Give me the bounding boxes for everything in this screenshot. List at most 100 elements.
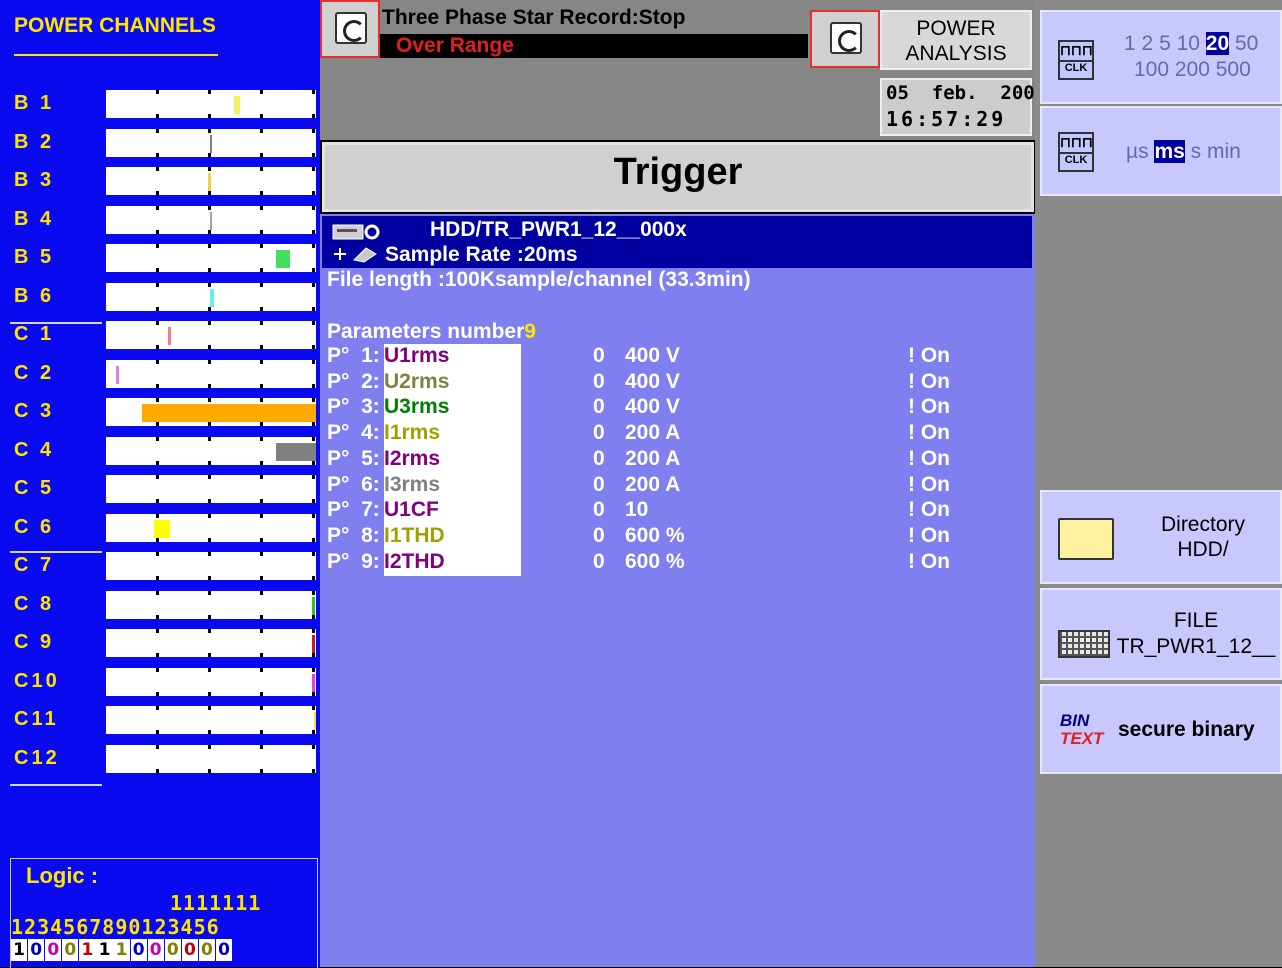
parameter-row[interactable]: P° 1: U1rms 0 400 V ! On [327,344,1042,370]
scale-tick [312,768,315,773]
channel-bar[interactable] [106,282,316,311]
channel-bar[interactable] [106,359,316,388]
scale-tick [260,191,263,195]
scale-tick [260,205,263,210]
parameter-name: U1rms [384,344,450,367]
scale-tick [156,229,159,234]
home-button[interactable] [320,0,380,58]
channel-level-mark [154,519,170,538]
parameter-name: I1rms [384,421,441,445]
logic-bit: 0 [164,939,181,961]
parameter-row[interactable]: P° 2: U2rms 0 400 V ! On [327,370,1042,396]
parameter-row[interactable]: P° 6: I3rms 0 200 A ! On [327,473,1042,499]
channel-bar[interactable] [106,552,316,580]
scale-tick [156,268,159,272]
channel-label: B 5 [14,246,55,268]
scale-tick [312,398,315,402]
rate-option[interactable]: 5 [1159,32,1171,55]
parameter-name: U1CF [384,498,439,522]
scale-tick [260,499,263,503]
parameter-min: 0 [593,421,605,445]
scale-tick [208,306,211,311]
scale-tick [208,691,211,696]
unit-option[interactable]: min [1207,140,1241,163]
rate-option[interactable]: 20 [1205,32,1230,55]
channel-bar[interactable] [106,167,316,195]
channel-level-mark [210,211,212,230]
parameter-row[interactable]: P° 3: U3rms 0 400 V ! On [327,395,1042,421]
scale-tick [208,422,211,426]
rate-option[interactable]: 1 [1124,32,1136,55]
scale-tick [312,730,315,734]
parameter-name: U3rms [384,395,450,419]
parameter-row[interactable]: P° 5: I2rms 0 200 A ! On [327,447,1042,473]
home-icon [335,12,367,44]
directory-button[interactable]: Directory HDD/ [1040,490,1282,584]
scale-tick [260,306,263,311]
channel-bar[interactable] [106,321,316,349]
parameter-min: 0 [593,344,605,367]
channel-bar[interactable] [106,244,316,272]
channel-bar[interactable] [106,398,316,426]
scale-tick [208,730,211,734]
channel-bar[interactable] [106,90,316,118]
alarm-status: Over Range [380,34,808,58]
sample-rate-unit-button[interactable]: ⊓⊓⊓ CLK µs ms s min [1040,106,1282,196]
parameter-row[interactable]: P° 9: I2THD 0 600 % ! On [327,550,1042,576]
scale-tick [312,513,315,518]
channel-bar[interactable] [106,205,316,234]
scale-tick [156,90,159,94]
parameter-index: P° 8: [327,523,380,547]
parameter-row[interactable]: P° 7: U1CF 0 10 ! On [327,498,1042,524]
scale-tick [208,629,211,633]
power-analysis-button[interactable]: POWER ANALYSIS [880,10,1032,70]
scale-tick [208,229,211,234]
file-path: HDD/TR_PWR1_12__000x [430,218,687,241]
channel-bar[interactable] [106,667,316,696]
rate-option[interactable]: 50 [1235,32,1258,55]
mode-home-button[interactable] [810,10,880,68]
scale-tick [208,321,211,325]
scale-tick [312,244,315,248]
logic-bit: 0 [62,939,79,961]
parameter-min: 0 [593,549,605,573]
parameter-row[interactable]: P° 4: I1rms 0 200 A ! On [327,421,1042,447]
parameter-max: 200 A [625,472,681,496]
trigger-title-bar: Trigger [322,142,1034,212]
sample-rate-value-button[interactable]: ⊓⊓⊓ CLK 1 2 5 10 20 50 100 200 500 [1040,10,1282,104]
unit-option[interactable]: µs [1126,140,1149,163]
channel-bar[interactable] [106,590,316,619]
file-format-button[interactable]: BIN TEXT secure binary [1040,684,1282,774]
channel-bar[interactable] [106,475,316,503]
scale-tick [260,282,263,287]
scale-tick [208,282,211,287]
scale-tick [260,653,263,657]
parameter-row[interactable]: P° 8: I1THD 0 600 % ! On [327,524,1042,550]
scale-tick [156,537,159,542]
channel-level-mark [208,173,211,191]
rate-option[interactable]: 10 [1177,32,1200,55]
channel-level-mark [314,712,316,730]
scale-tick [156,460,159,465]
parameter-index: P° 6: [327,472,380,496]
unit-option[interactable]: ms [1154,140,1185,163]
scale-tick [260,537,263,542]
scale-tick [156,667,159,672]
channel-bar[interactable] [106,128,316,157]
file-name-button[interactable]: FILE TR_PWR1_12__ [1040,588,1282,680]
channel-bar[interactable] [106,744,316,773]
channel-bar[interactable] [106,706,316,734]
scale-tick [260,590,263,595]
channel-bar[interactable] [106,436,316,465]
channel-label: C 4 [14,438,55,461]
rate-values: 1 2 5 10 20 50 [1124,32,1258,56]
parameter-max: 10 [625,498,649,522]
channel-label: C 8 [14,592,55,615]
scale-tick [260,614,263,619]
unit-option[interactable]: s [1191,140,1202,163]
rate-option[interactable]: 2 [1142,32,1154,55]
channel-bar[interactable] [106,629,316,657]
panel-title: POWER CHANNELS [14,14,216,37]
rate-units: µs ms s min [1126,140,1241,164]
channel-bar[interactable] [106,513,316,542]
